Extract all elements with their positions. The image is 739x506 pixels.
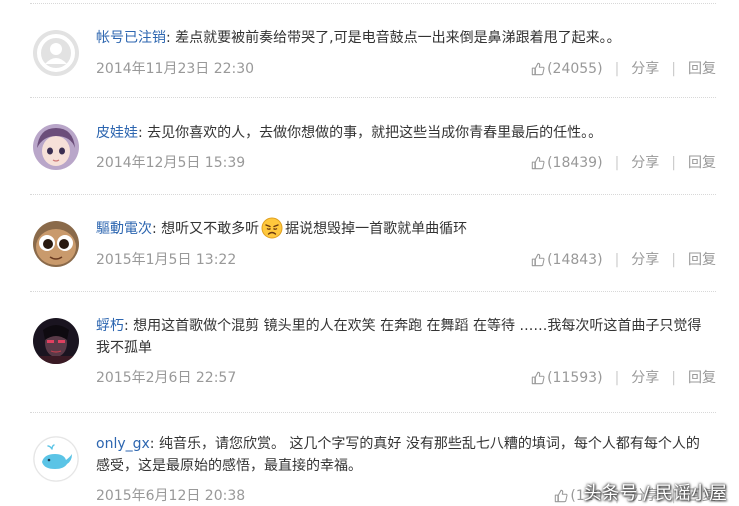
thumbs-up-icon: [555, 489, 568, 503]
comment-body-continued: 据说想毁掉一首歌就单曲循环: [285, 221, 468, 237]
reply-button[interactable]: 回复: [688, 154, 716, 172]
comment-text: only_gx: 纯音乐，请您欣赏。 这几个字写的真好 没有那些乱七八糟的填词，…: [96, 433, 708, 477]
comment-text: 皮娃娃: 去见你喜欢的人，去做你想做的事，就把这些当成你青春里最后的任性。。: [96, 122, 716, 144]
comment-item: 驅動電次: 想听又不敢多听 据说想毁掉一首歌就单曲循环 2015年1月5日 13…: [0, 195, 739, 292]
thumbs-up-icon: [531, 371, 545, 385]
divider: [30, 412, 716, 413]
watermark-text: 头条号 / 民谣小屋: [583, 483, 727, 504]
sad-face-emoji: [261, 217, 283, 239]
default-user-icon: [33, 30, 79, 76]
avatar[interactable]: [33, 221, 79, 267]
separator-colon: :: [152, 221, 162, 237]
comment-body: 想用这首歌做个混剪 镜头里的人在欢笑 在奔跑 在舞蹈 在等待 ……我每次听这首曲…: [96, 318, 702, 356]
share-button[interactable]: 分享: [631, 369, 659, 387]
comment-text: 蜉朽: 想用这首歌做个混剪 镜头里的人在欢笑 在奔跑 在舞蹈 在等待 ……我每次…: [96, 315, 708, 359]
action-separator: |: [671, 155, 676, 171]
like-button[interactable]: (18439): [531, 154, 603, 172]
whale-icon: [33, 436, 79, 482]
comment-list: 帐号已注销: 差点就要被前奏给带哭了,可是电音鼓点一出来倒是鼻涕跟着甩了起来。。…: [0, 0, 739, 506]
comment-text: 驅動電次: 想听又不敢多听 据说想毁掉一首歌就单曲循环: [96, 217, 716, 240]
comment-text: 帐号已注销: 差点就要被前奏给带哭了,可是电音鼓点一出来倒是鼻涕跟着甩了起来。。: [96, 27, 716, 49]
username-link[interactable]: 驅動電次: [96, 221, 152, 237]
comment-item: 蜉朽: 想用这首歌做个混剪 镜头里的人在欢笑 在奔跑 在舞蹈 在等待 ……我每次…: [0, 292, 739, 414]
timestamp: 2015年2月6日 22:57: [96, 370, 237, 386]
reply-button[interactable]: 回复: [688, 60, 716, 78]
avatar[interactable]: [33, 124, 79, 170]
separator-colon: :: [138, 125, 148, 141]
timestamp: 2015年6月12日 20:38: [96, 488, 246, 504]
action-bar: (18439) | 分享 | 回复: [531, 154, 716, 172]
timestamp: 2014年11月23日 22:30: [96, 61, 255, 77]
timestamp: 2014年12月5日 15:39: [96, 155, 246, 171]
like-count: (11593): [547, 370, 603, 386]
meta-row: 2015年1月5日 13:22 (14843) | 分享 | 回复: [96, 251, 716, 269]
meta-row: 2014年12月5日 15:39 (18439) | 分享 | 回复: [96, 154, 716, 172]
like-count: (14843): [547, 252, 603, 268]
reply-button[interactable]: 回复: [688, 251, 716, 269]
comment-body: 去见你喜欢的人，去做你想做的事，就把这些当成你青春里最后的任性。。: [147, 125, 603, 141]
meta-row: 2014年11月23日 22:30 (24055) | 分享 | 回复: [96, 60, 716, 78]
like-button[interactable]: (14843): [531, 251, 603, 269]
avatar[interactable]: [33, 318, 79, 364]
share-button[interactable]: 分享: [631, 251, 659, 269]
share-button[interactable]: 分享: [631, 154, 659, 172]
action-separator: |: [614, 370, 620, 386]
like-count: (24055): [547, 61, 603, 77]
avatar[interactable]: [33, 436, 79, 482]
separator-colon: :: [149, 436, 159, 452]
action-separator: |: [671, 61, 676, 77]
dark-portrait-icon: [33, 318, 79, 364]
cartoon-eyes-icon: [33, 221, 79, 267]
like-count: (18439): [547, 155, 603, 171]
action-separator: |: [614, 155, 620, 171]
separator-colon: :: [124, 318, 134, 334]
comment-body: 想听又不敢多听: [161, 221, 260, 237]
action-separator: |: [671, 370, 676, 386]
username-link[interactable]: 帐号已注销: [96, 30, 166, 46]
like-button[interactable]: (24055): [531, 60, 603, 78]
comment-body: 纯音乐，请您欣赏。 这几个字写的真好 没有那些乱七八糟的填词，每个人都有每个人的…: [96, 436, 700, 474]
thumbs-up-icon: [531, 62, 545, 76]
anime-girl-icon: [33, 124, 79, 170]
username-link[interactable]: only_gx: [96, 436, 150, 452]
reply-button[interactable]: 回复: [688, 369, 716, 387]
timestamp: 2015年1月5日 13:22: [96, 252, 237, 268]
top-divider: [30, 3, 716, 4]
username-link[interactable]: 皮娃娃: [96, 125, 138, 141]
separator-colon: :: [166, 30, 176, 46]
thumbs-up-icon: [531, 156, 545, 170]
action-bar: (24055) | 分享 | 回复: [531, 60, 716, 78]
comment-item: 帐号已注销: 差点就要被前奏给带哭了,可是电音鼓点一出来倒是鼻涕跟着甩了起来。。…: [0, 0, 739, 98]
like-button[interactable]: (11593): [531, 369, 603, 387]
action-separator: |: [614, 61, 620, 77]
action-bar: (11593) | 分享 | 回复: [531, 369, 716, 387]
action-separator: |: [671, 252, 676, 268]
thumbs-up-icon: [531, 253, 545, 267]
comment-body: 差点就要被前奏给带哭了,可是电音鼓点一出来倒是鼻涕跟着甩了起来。。: [175, 30, 621, 46]
action-bar: (14843) | 分享 | 回复: [531, 251, 716, 269]
meta-row: 2015年2月6日 22:57 (11593) | 分享 | 回复: [96, 369, 716, 387]
comment-item: 皮娃娃: 去见你喜欢的人，去做你想做的事，就把这些当成你青春里最后的任性。。 2…: [0, 98, 739, 195]
avatar[interactable]: [33, 30, 79, 76]
username-link[interactable]: 蜉朽: [96, 318, 124, 334]
action-separator: |: [614, 252, 620, 268]
share-button[interactable]: 分享: [631, 60, 659, 78]
